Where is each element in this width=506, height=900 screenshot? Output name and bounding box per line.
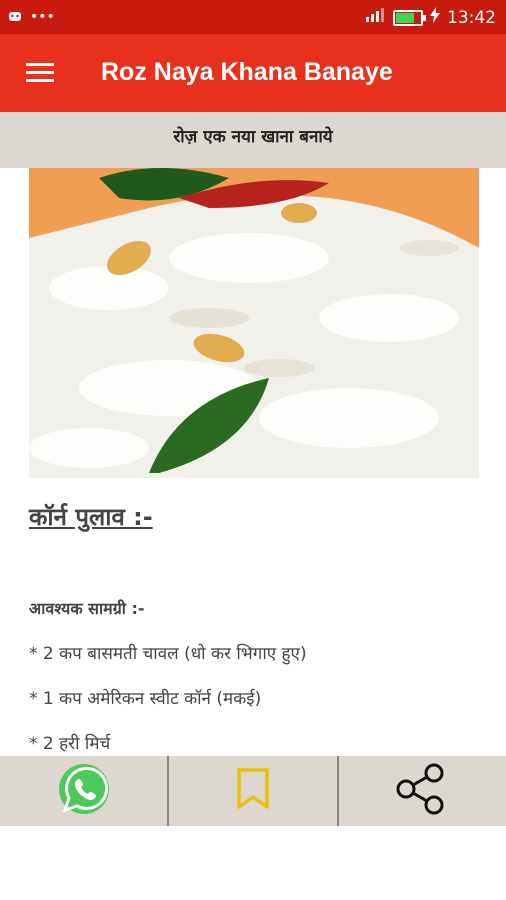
ingredients-heading: आवश्यक सामग्री :- [29,599,145,618]
signal-icon [364,7,386,28]
app-title: Roz Naya Khana Banaye [101,58,393,86]
whatsapp-share-button[interactable] [0,756,167,826]
tagline-bar: रोज़ एक नया खाना बनाये [0,112,506,168]
charging-icon [430,7,440,28]
recipe-title: कॉर्न पुलाव :- [29,503,153,531]
whatsapp-icon [57,762,111,820]
ingredient-item: * 2 हरी मिर्च [29,734,111,754]
battery-icon [393,9,426,26]
recipe-image [29,168,479,478]
recipe-content: कॉर्न पुलाव :- आवश्यक सामग्री :- * 2 कप … [29,500,479,754]
bookmark-button[interactable] [169,756,336,826]
share-icon [394,761,450,821]
bottom-action-bar [0,756,506,826]
ingredient-item: * 2 कप बासमती चावल (धो कर भिगाए हुए) [29,644,307,664]
ingredient-item: * 1 कप अमेरिकन स्वीट कॉर्न (मकई) [29,689,262,709]
tagline: रोज़ एक नया खाना बनाये [173,127,333,147]
app-bar: Roz Naya Khana Banaye [0,34,506,112]
share-button[interactable] [339,756,506,826]
notification-icons: ••• [8,8,55,26]
status-bar: ••• 13:42 [0,0,506,34]
bookmark-icon [236,768,270,814]
android-icon [8,8,22,26]
menu-icon[interactable] [26,63,54,83]
more-icon: ••• [30,9,55,25]
clock: 13:42 [447,7,496,28]
status-indicators: 13:42 [364,7,496,28]
